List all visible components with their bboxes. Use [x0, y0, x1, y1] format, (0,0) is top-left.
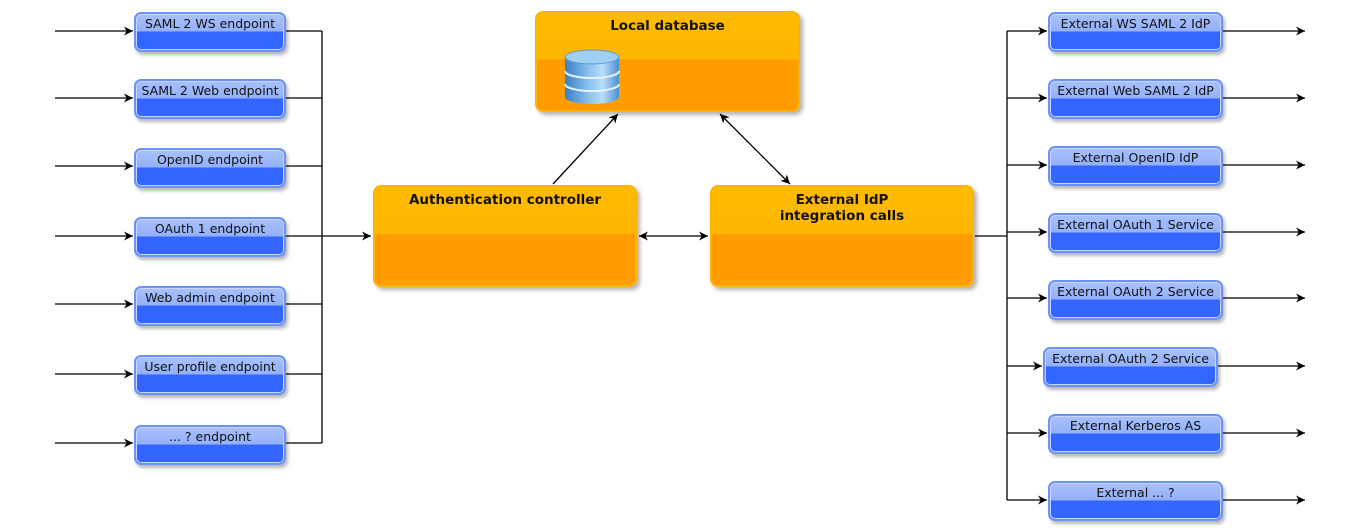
- endpoint-label: OpenID endpoint: [156, 152, 264, 167]
- endpoint-label: User profile endpoint: [144, 359, 276, 374]
- endpoint-oauth1[interactable]: OAuth 1 endpoint: [134, 217, 286, 257]
- endpoint-user-profile[interactable]: User profile endpoint: [134, 355, 286, 395]
- authentication-controller-component[interactable]: Authentication controller: [373, 185, 637, 287]
- external-unknown-service[interactable]: External ... ?: [1048, 481, 1223, 521]
- database-icon: [564, 49, 620, 104]
- external-openid-idp[interactable]: External OpenID IdP: [1048, 146, 1223, 186]
- local-database-component[interactable]: Local database: [535, 11, 800, 112]
- external-ws-saml2-idp[interactable]: External WS SAML 2 IdP: [1048, 12, 1223, 52]
- endpoint-label: ... ? endpoint: [169, 429, 251, 444]
- endpoint-label: OAuth 1 endpoint: [154, 221, 266, 236]
- idp-database-arrow: [719, 113, 791, 185]
- service-label: External Kerberos AS: [1069, 418, 1202, 433]
- external-idp-integration-component[interactable]: External IdP integration calls: [710, 185, 974, 287]
- external-oauth2-service[interactable]: External OAuth 2 Service: [1048, 280, 1223, 320]
- service-label: External OAuth 2 Service: [1052, 351, 1209, 366]
- endpoint-label: Web admin endpoint: [145, 290, 275, 305]
- endpoint-label: SAML 2 Web endpoint: [141, 83, 279, 98]
- external-web-saml2-idp[interactable]: External Web SAML 2 IdP: [1048, 79, 1223, 119]
- external-kerberos-as[interactable]: External Kerberos AS: [1048, 414, 1223, 454]
- external-oauth2-service-2[interactable]: External OAuth 2 Service: [1043, 347, 1218, 387]
- component-label: Authentication controller: [408, 192, 602, 208]
- service-label: External OAuth 1 Service: [1057, 217, 1214, 232]
- endpoint-unknown[interactable]: ... ? endpoint: [134, 425, 286, 465]
- endpoint-label: SAML 2 WS endpoint: [144, 16, 276, 31]
- controller-to-database-arrow: [552, 113, 619, 185]
- endpoint-saml2-ws[interactable]: SAML 2 WS endpoint: [134, 12, 286, 52]
- endpoint-openid[interactable]: OpenID endpoint: [134, 148, 286, 188]
- endpoint-web-admin[interactable]: Web admin endpoint: [134, 286, 286, 326]
- component-label: Local database: [610, 18, 725, 34]
- service-label: External OAuth 2 Service: [1057, 284, 1214, 299]
- service-label: External OpenID IdP: [1072, 150, 1199, 165]
- service-label: External WS SAML 2 IdP: [1060, 16, 1211, 31]
- external-oauth1-service[interactable]: External OAuth 1 Service: [1048, 213, 1223, 253]
- service-label: External ... ?: [1096, 485, 1175, 500]
- endpoint-saml2-web[interactable]: SAML 2 Web endpoint: [134, 79, 286, 119]
- service-label: External Web SAML 2 IdP: [1057, 83, 1214, 98]
- component-label: External IdP integration calls: [779, 192, 905, 224]
